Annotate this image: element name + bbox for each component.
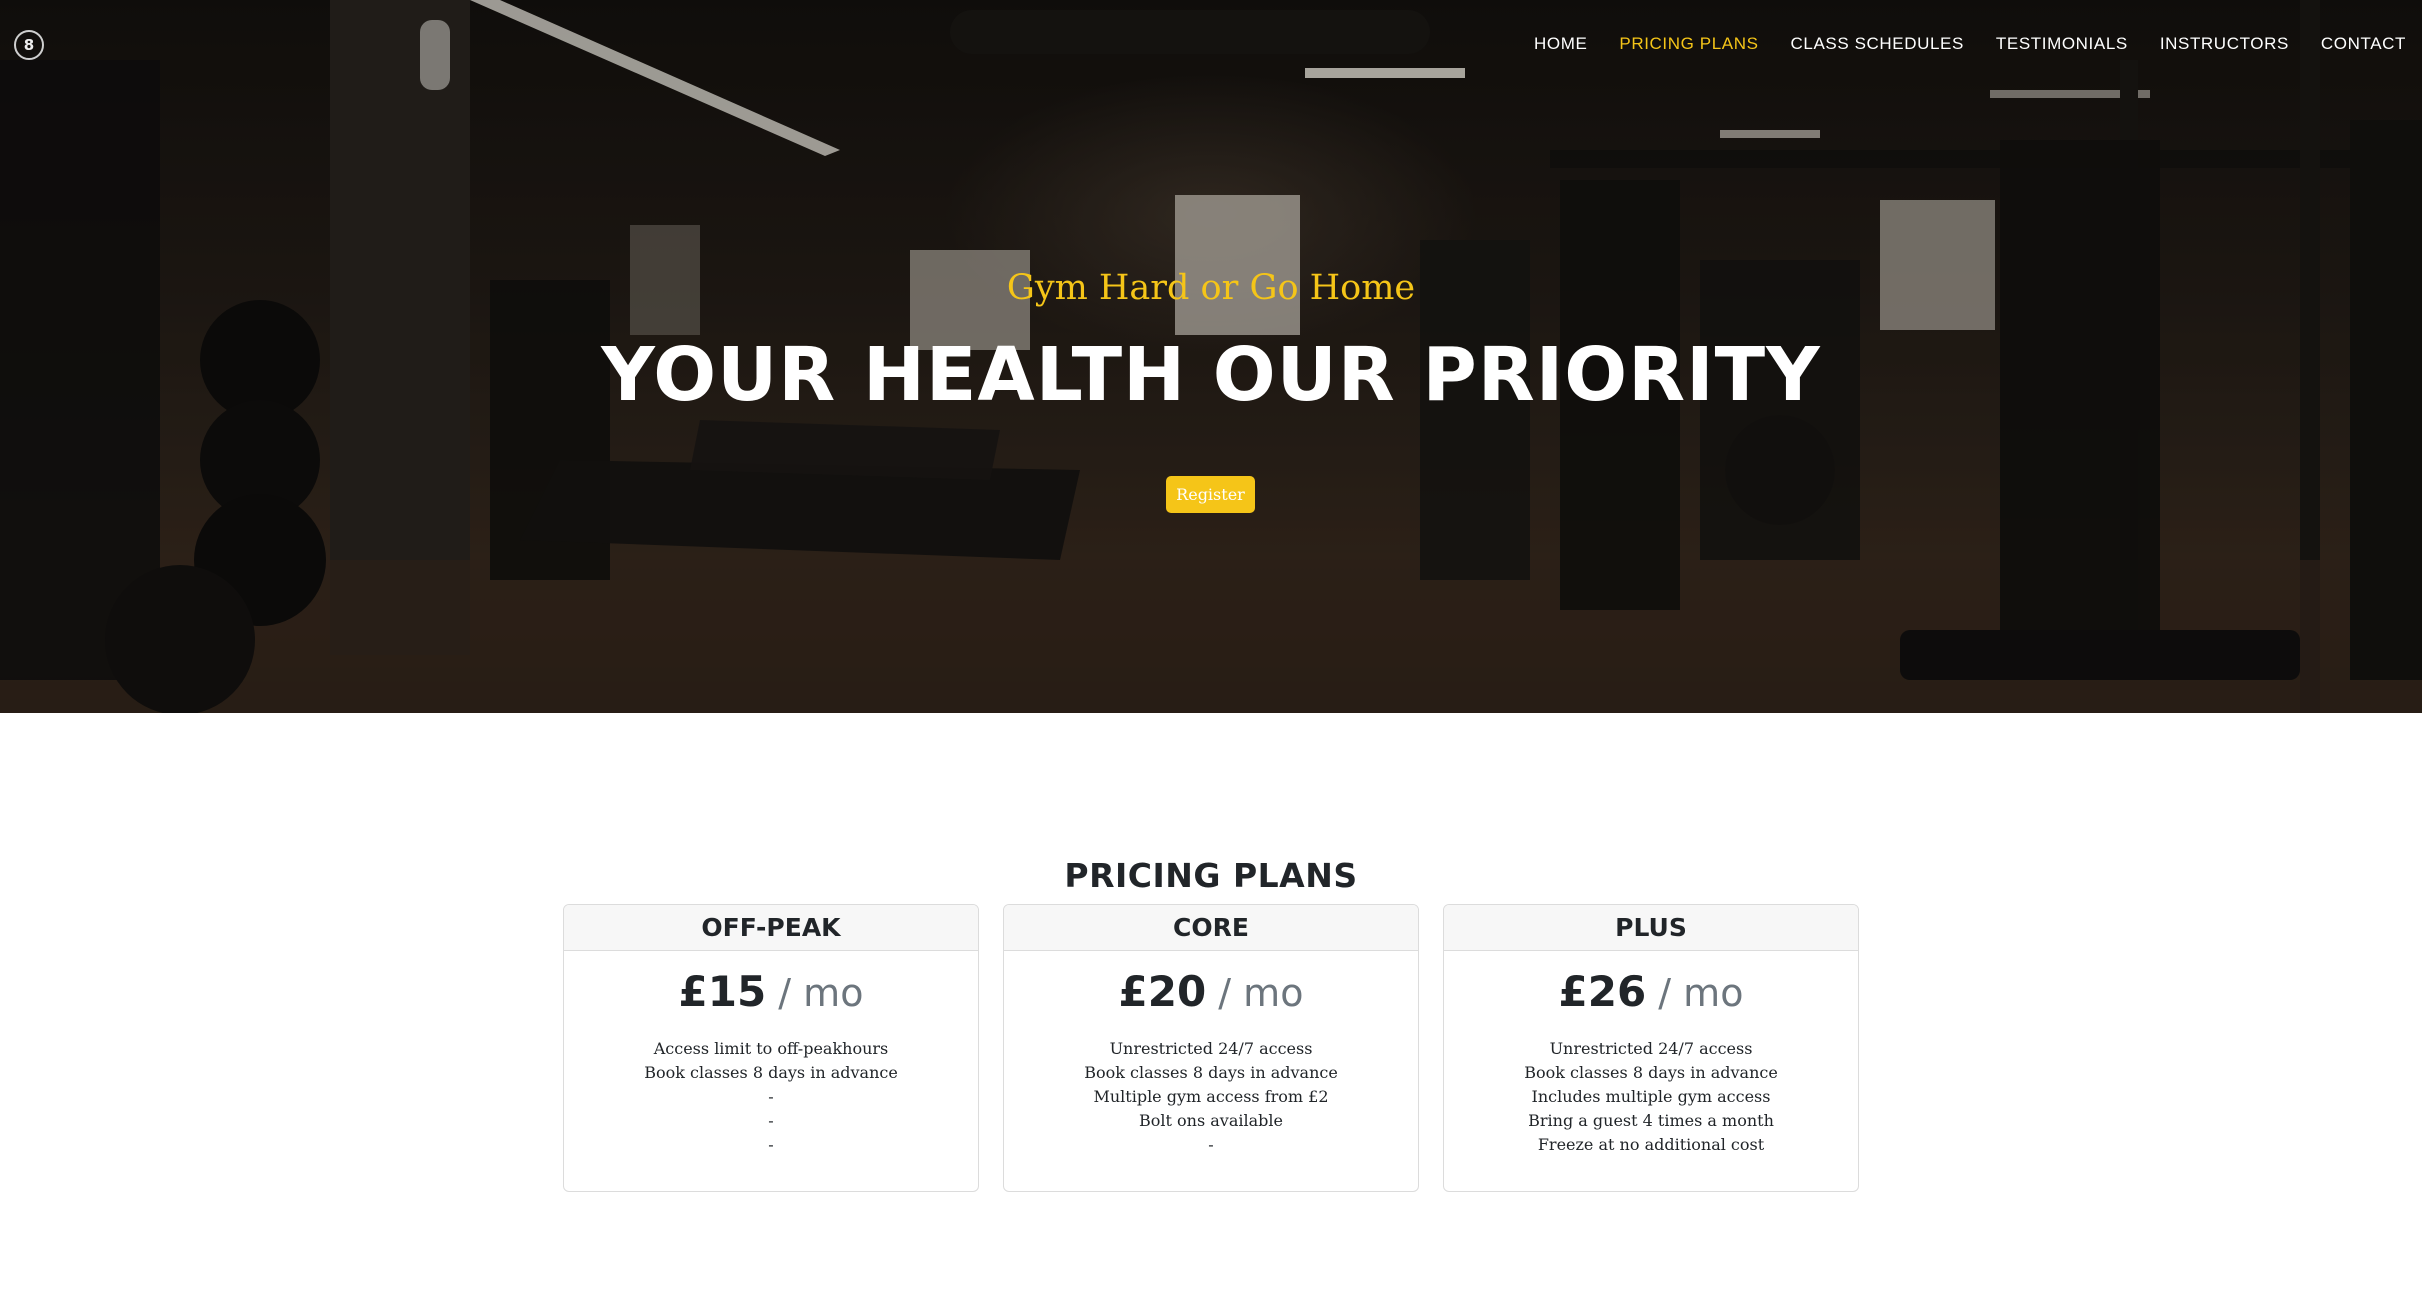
- plan-price: £26 / mo: [1444, 967, 1858, 1021]
- pricing-cards: OFF-PEAK £15 / mo Access limit to off-pe…: [563, 904, 1859, 1192]
- plan-feature: Freeze at no additional cost: [1537, 1135, 1765, 1154]
- hero-tagline: Gym Hard or Go Home: [1006, 268, 1416, 308]
- main-nav: HOME PRICING PLANS CLASS SCHEDULES TESTI…: [1534, 34, 2406, 54]
- plan-feature: -: [768, 1111, 774, 1130]
- hero-section: 8 HOME PRICING PLANS CLASS SCHEDULES TES…: [0, 0, 2422, 713]
- hero-headline: YOUR HEALTH OUR PRIORITY: [601, 332, 1821, 418]
- nav-instructors[interactable]: INSTRUCTORS: [2160, 34, 2289, 54]
- plan-price: £15 / mo: [564, 967, 978, 1021]
- logo-icon[interactable]: 8: [14, 30, 44, 60]
- plan-price-period: / mo: [1646, 971, 1744, 1015]
- pricing-card-core: CORE £20 / mo Unrestricted 24/7 access B…: [1003, 904, 1419, 1192]
- plan-features: Access limit to off-peakhours Book class…: [564, 1037, 978, 1157]
- plan-feature: Book classes 8 days in advance: [1084, 1063, 1338, 1082]
- plan-name: PLUS: [1444, 905, 1858, 951]
- register-button[interactable]: Register: [1166, 476, 1255, 513]
- plan-price-period: / mo: [766, 971, 864, 1015]
- plan-feature: -: [768, 1135, 774, 1154]
- plan-name: OFF-PEAK: [564, 905, 978, 951]
- plan-features: Unrestricted 24/7 access Book classes 8 …: [1444, 1037, 1858, 1157]
- plan-feature: -: [1208, 1135, 1214, 1154]
- nav-contact[interactable]: CONTACT: [2321, 34, 2406, 54]
- plan-price-amount: £20: [1118, 967, 1207, 1016]
- plan-feature: Bring a guest 4 times a month: [1528, 1111, 1774, 1130]
- plan-feature: Includes multiple gym access: [1531, 1087, 1771, 1106]
- nav-pricing-plans[interactable]: PRICING PLANS: [1619, 34, 1758, 54]
- nav-class-schedules[interactable]: CLASS SCHEDULES: [1791, 34, 1964, 54]
- plan-price: £20 / mo: [1004, 967, 1418, 1021]
- plan-feature: Access limit to off-peakhours: [653, 1039, 889, 1058]
- plan-name: CORE: [1004, 905, 1418, 951]
- plan-feature: Book classes 8 days in advance: [644, 1063, 898, 1082]
- plan-feature: Multiple gym access from £2: [1093, 1087, 1329, 1106]
- nav-testimonials[interactable]: TESTIMONIALS: [1996, 34, 2128, 54]
- plan-feature: Bolt ons available: [1139, 1111, 1283, 1130]
- plan-features: Unrestricted 24/7 access Book classes 8 …: [1004, 1037, 1418, 1157]
- nav-home[interactable]: HOME: [1534, 34, 1587, 54]
- plan-feature: -: [768, 1087, 774, 1106]
- plan-feature: Unrestricted 24/7 access: [1549, 1039, 1753, 1058]
- plan-feature: Book classes 8 days in advance: [1524, 1063, 1778, 1082]
- plan-price-period: / mo: [1206, 971, 1304, 1015]
- plan-price-amount: £15: [678, 967, 767, 1016]
- pricing-card-off-peak: OFF-PEAK £15 / mo Access limit to off-pe…: [563, 904, 979, 1192]
- pricing-section-title: PRICING PLANS: [1064, 856, 1358, 895]
- plan-feature: Unrestricted 24/7 access: [1109, 1039, 1313, 1058]
- plan-price-amount: £26: [1558, 967, 1647, 1016]
- pricing-card-plus: PLUS £26 / mo Unrestricted 24/7 access B…: [1443, 904, 1859, 1192]
